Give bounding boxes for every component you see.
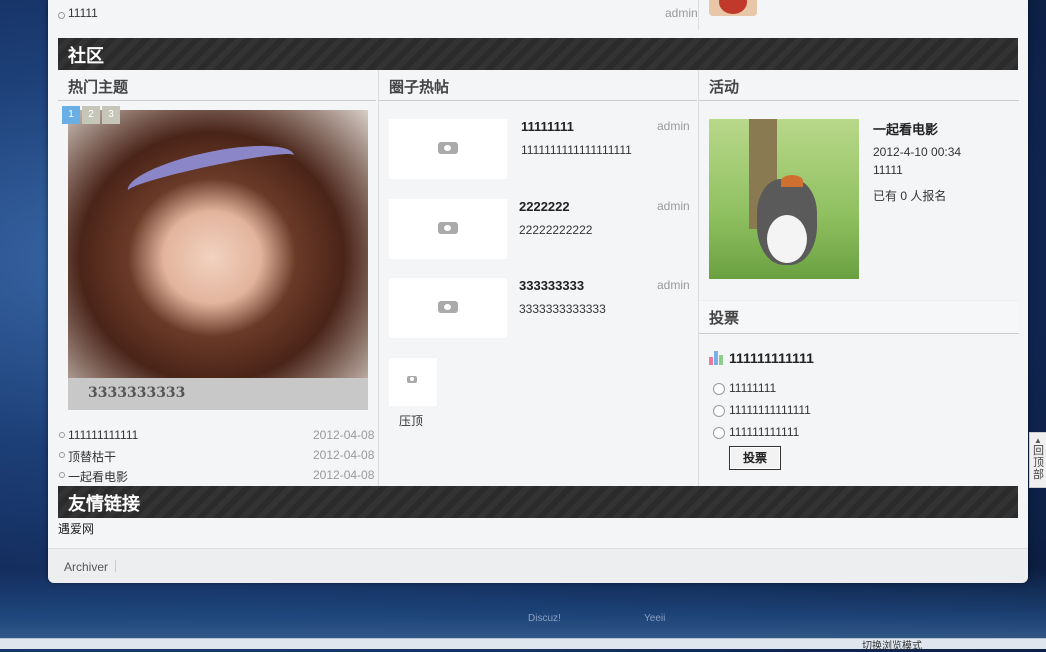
circle-posts-header: 圈子热帖: [379, 70, 697, 101]
poll-question: 111111111111: [729, 350, 814, 366]
topic-date: 2012-04-08: [313, 428, 375, 442]
thread-author[interactable]: admin: [665, 6, 698, 20]
browse-mode-toggle[interactable]: 切换浏览模式: [862, 637, 922, 652]
headband-shape: [123, 134, 299, 212]
vote-button[interactable]: 投票: [729, 446, 781, 470]
radio-button[interactable]: [713, 383, 725, 395]
list-item: 一起看电影 2012-04-08: [58, 466, 378, 486]
user-avatar[interactable]: [709, 0, 757, 16]
circle-posts-column: 圈子热帖 11111111 admin 1111111111111111111 …: [378, 70, 697, 486]
pager-page-2[interactable]: 2: [82, 106, 100, 124]
column-title: 圈子热帖: [389, 78, 450, 96]
post-title-link[interactable]: 11111111: [521, 119, 574, 134]
camera-icon: [438, 142, 458, 154]
activity-image[interactable]: [709, 119, 859, 279]
signup-number: 0: [900, 189, 908, 203]
post-excerpt: 1111111111111111111: [521, 143, 632, 157]
activity-signup-count: 已有 0 人报名: [873, 187, 946, 204]
post-author[interactable]: admin: [657, 278, 690, 292]
topic-link[interactable]: 111111111111: [68, 428, 138, 442]
post-author[interactable]: admin: [657, 199, 690, 213]
back-to-top-label: 回顶部: [1033, 445, 1044, 481]
wolf-belly-shape: [767, 215, 807, 263]
friend-links-section-header: 友情链接: [58, 486, 1018, 518]
slide-pager: 123: [62, 106, 122, 124]
section-title: 友情链接: [68, 494, 140, 515]
topic-date: 2012-04-08: [313, 448, 375, 462]
footer-divider: [115, 560, 116, 572]
bullet-icon: [58, 12, 65, 19]
poll-heading: 投票: [709, 309, 740, 327]
topic-link[interactable]: 一起看电影: [68, 468, 128, 485]
list-item: 顶替枯干 2012-04-08: [58, 446, 378, 466]
archiver-link[interactable]: Archiver: [64, 560, 108, 574]
credit-right[interactable]: Yeeii: [644, 613, 665, 624]
column-divider: [698, 0, 699, 30]
post-thumbnail[interactable]: [389, 119, 507, 179]
activity-header: 活动: [699, 70, 1019, 101]
topic-link[interactable]: 顶替枯干: [68, 448, 116, 465]
bullet-icon: [59, 432, 65, 438]
pager-page-3[interactable]: 3: [102, 106, 120, 124]
list-item: 111111111111 2012-04-08: [58, 426, 378, 446]
browser-status-bar: 切换浏览模式: [0, 637, 1046, 652]
slide-caption[interactable]: 3333333333: [68, 378, 368, 410]
post-title-link[interactable]: 2222222: [519, 199, 570, 214]
back-to-top-button[interactable]: ▲ 回顶部: [1029, 432, 1046, 488]
radio-button[interactable]: [713, 427, 725, 439]
post-item: 333333333 admin 3333333333333: [389, 278, 690, 338]
thread-link[interactable]: 11111: [68, 6, 98, 20]
post-item: 2222222 admin 22222222222: [389, 199, 690, 259]
post-excerpt: 22222222222: [519, 223, 593, 237]
poll-option-label: 11111111111111: [729, 403, 811, 417]
hot-topic-list: 111111111111 2012-04-08 顶替枯干 2012-04-08 …: [58, 426, 378, 486]
slide-image[interactable]: [68, 110, 368, 378]
poll-header: 投票: [699, 300, 1019, 334]
topic-slideshow[interactable]: 3333333333: [68, 110, 368, 410]
activity-date: 2012-4-10 00:34: [873, 145, 962, 159]
radio-button[interactable]: [713, 405, 725, 417]
section-title: 社区: [68, 46, 104, 67]
pinned-thumbnail[interactable]: [389, 358, 437, 406]
camera-icon: [438, 222, 458, 234]
slide-caption-text: 3333333333: [88, 385, 186, 401]
poll-option-label: 111111111111: [729, 425, 800, 439]
friend-link[interactable]: 遇爱网: [58, 520, 94, 537]
hot-topics-column: 热门主题 3333333333 123 111111111111 2012-04…: [58, 70, 376, 486]
post-thumbnail[interactable]: [389, 278, 507, 338]
post-excerpt: 3333333333333: [519, 302, 606, 316]
previous-section-row: 11111 admin: [58, 0, 1018, 32]
pinned-label[interactable]: 压顶: [399, 412, 423, 429]
pager-page-1[interactable]: 1: [62, 106, 80, 124]
signup-suffix: 人报名: [910, 189, 947, 203]
poll-option-label: 11111111: [729, 381, 777, 395]
hat-shape: [781, 175, 803, 187]
post-author[interactable]: admin: [657, 119, 690, 133]
bullet-icon: [59, 452, 65, 458]
column-title: 活动: [709, 78, 740, 96]
portal-panel: 11111 admin 社区 热门主题 3333333333 123 11111…: [48, 0, 1028, 583]
camera-icon: [407, 376, 417, 383]
signup-prefix: 已有: [873, 189, 898, 203]
activity-column: 活动 一起看电影 2012-4-10 00:34 11111 已有 0 人报名 …: [698, 70, 1019, 486]
arrow-up-icon: ▲: [1034, 436, 1042, 445]
community-section-header: 社区: [58, 38, 1018, 70]
hot-topics-header: 热门主题: [58, 70, 376, 101]
activity-place: 11111: [873, 163, 903, 177]
post-thumbnail[interactable]: [389, 199, 507, 259]
credit-left[interactable]: Discuz!: [528, 613, 561, 624]
post-title-link[interactable]: 333333333: [519, 278, 584, 293]
post-item: 11111111 admin 1111111111111111111: [389, 119, 690, 179]
footer: Archiver: [48, 548, 1028, 583]
bullet-icon: [59, 472, 65, 478]
camera-icon: [438, 301, 458, 313]
column-title: 热门主题: [68, 78, 129, 96]
topic-date: 2012-04-08: [313, 468, 375, 482]
activity-title-link[interactable]: 一起看电影: [873, 119, 938, 138]
poll-chart-icon: [709, 351, 725, 365]
